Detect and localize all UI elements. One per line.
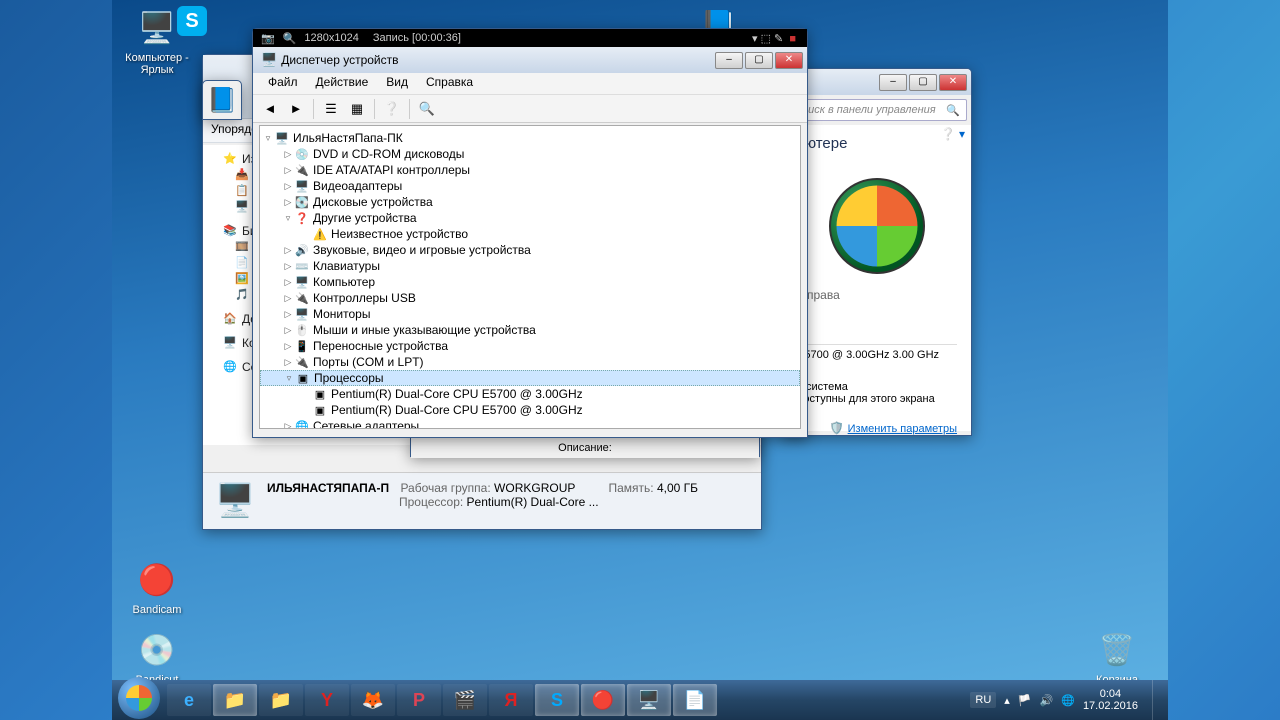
forward-button[interactable]: ►: [285, 98, 307, 120]
word-window[interactable]: 📘: [202, 80, 242, 120]
recording-resolution: 1280x1024: [304, 32, 358, 44]
windows-logo-icon: [829, 178, 925, 274]
tree-node[interactable]: ▷🖥️Мониторы: [260, 306, 800, 322]
volume-icon[interactable]: 🔊: [1040, 694, 1054, 707]
taskbar-folder[interactable]: 📁: [259, 684, 303, 716]
taskbar-ie[interactable]: e: [167, 684, 211, 716]
menu-view[interactable]: Вид: [377, 73, 417, 94]
taskbar: e📁📁Y🦊P🎬ЯS🔴🖥️📄 RU ▴ 🏳️ 🔊 🌐 0:04 17.02.201…: [112, 680, 1168, 720]
properties-button[interactable]: ▦: [346, 98, 368, 120]
clock[interactable]: 0:04 17.02.2016: [1083, 688, 1138, 712]
recording-bar: 📷🔍 1280x1024 Запись [00:00:36] ▾ ⬚ ✎ ■: [253, 29, 807, 47]
menu-file[interactable]: Файл: [259, 73, 307, 94]
taskbar-yandex[interactable]: Y: [305, 684, 349, 716]
tree-node[interactable]: ▷📱Переносные устройства: [260, 338, 800, 354]
help-button[interactable]: ❔: [381, 98, 403, 120]
menu-help[interactable]: Справка: [417, 73, 482, 94]
toolbar: ◄ ► ☰ ▦ ❔ 🔍: [253, 95, 807, 123]
tree-node[interactable]: ▷🌐Сетевые адаптеры: [260, 418, 800, 429]
taskbar-bandicam[interactable]: 🔴: [581, 684, 625, 716]
tree-node[interactable]: ▣Pentium(R) Dual-Core CPU E5700 @ 3.00GH…: [260, 386, 800, 402]
description-bar: Описание:: [410, 435, 760, 457]
taskbar-player[interactable]: 🎬: [443, 684, 487, 716]
change-settings-link[interactable]: Изменить параметры: [848, 423, 957, 435]
taskbar-doc[interactable]: 📄: [673, 684, 717, 716]
cpu-info: E5700 @ 3.00GHz 3.00 GHz: [797, 349, 957, 361]
start-button[interactable]: [118, 677, 160, 719]
close-button[interactable]: ✕: [775, 52, 803, 69]
tree-node[interactable]: ▷⌨️Клавиатуры: [260, 258, 800, 274]
tree-root[interactable]: ▿🖥️ИльяНастяПапа-ПК: [260, 130, 800, 146]
minimize-button[interactable]: –: [879, 74, 907, 91]
taskbar-firefox[interactable]: 🦊: [351, 684, 395, 716]
computer-icon: 🖥️: [215, 481, 255, 521]
system-header: ьютере: [797, 135, 957, 152]
taskbar-devmgr[interactable]: 🖥️: [627, 684, 671, 716]
system-properties-window: – ▢ ✕ Поиск в панели управления🔍 ❔ ▾ ьют…: [782, 68, 972, 436]
action-center-icon[interactable]: 🏳️: [1018, 694, 1032, 707]
tree-node[interactable]: ▷🔌Контроллеры USB: [260, 290, 800, 306]
scan-button[interactable]: 🔍: [416, 98, 438, 120]
skype-desktop-icon[interactable]: S: [174, 6, 210, 38]
recording-time: [00:00:36]: [412, 32, 461, 44]
control-panel-search[interactable]: Поиск в панели управления🔍: [787, 99, 967, 121]
computer-name: ИЛЬЯНАСТЯПАПА-П: [267, 481, 389, 495]
tree-node[interactable]: ▷🖱️Мыши и иные указывающие устройства: [260, 322, 800, 338]
network-icon[interactable]: 🌐: [1061, 694, 1075, 707]
device-tree[interactable]: ▿🖥️ИльяНастяПапа-ПК▷💿DVD и CD-ROM дисков…: [259, 125, 801, 429]
tree-node[interactable]: ▷🔌IDE ATA/ATAPI контроллеры: [260, 162, 800, 178]
tree-node[interactable]: ▣Pentium(R) Dual-Core CPU E5700 @ 3.00GH…: [260, 402, 800, 418]
tree-node[interactable]: ▿❓Другие устройства: [260, 210, 800, 226]
device-manager-icon: 🖥️: [261, 52, 277, 68]
menu-bar: Файл Действие Вид Справка: [253, 73, 807, 95]
device-manager-window: 📷🔍 1280x1024 Запись [00:00:36] ▾ ⬚ ✎ ■ 🖥…: [252, 28, 808, 438]
window-title: Диспетчер устройств: [281, 53, 715, 67]
back-button[interactable]: ◄: [259, 98, 281, 120]
tree-node[interactable]: ▷🔊Звуковые, видео и игровые устройства: [260, 242, 800, 258]
tree-node[interactable]: ▷🔌Порты (COM и LPT): [260, 354, 800, 370]
tree-node[interactable]: ▿▣Процессоры: [260, 370, 800, 386]
tree-node[interactable]: ⚠️Неизвестное устройство: [260, 226, 800, 242]
taskbar-explorer[interactable]: 📁: [213, 684, 257, 716]
tray-arrow-icon[interactable]: ▴: [1004, 694, 1010, 707]
tree-node[interactable]: ▷🖥️Компьютер: [260, 274, 800, 290]
recycle-bin[interactable]: 🗑️Корзина: [1080, 628, 1154, 686]
minimize-button[interactable]: –: [715, 52, 743, 69]
bandicam[interactable]: 🔴Bandicam: [120, 558, 194, 616]
tree-node[interactable]: ▷💿DVD и CD-ROM дисководы: [260, 146, 800, 162]
show-desktop-button[interactable]: [1152, 680, 1162, 720]
close-button[interactable]: ✕: [939, 74, 967, 91]
show-hidden-button[interactable]: ☰: [320, 98, 342, 120]
menu-action[interactable]: Действие: [307, 73, 378, 94]
tree-node[interactable]: ▷💽Дисковые устройства: [260, 194, 800, 210]
maximize-button[interactable]: ▢: [745, 52, 773, 69]
taskbar-ya[interactable]: Я: [489, 684, 533, 716]
tree-node[interactable]: ▷🖥️Видеоадаптеры: [260, 178, 800, 194]
language-indicator[interactable]: RU: [970, 692, 996, 708]
maximize-button[interactable]: ▢: [909, 74, 937, 91]
taskbar-skype[interactable]: S: [535, 684, 579, 716]
taskbar-powerpoint[interactable]: P: [397, 684, 441, 716]
